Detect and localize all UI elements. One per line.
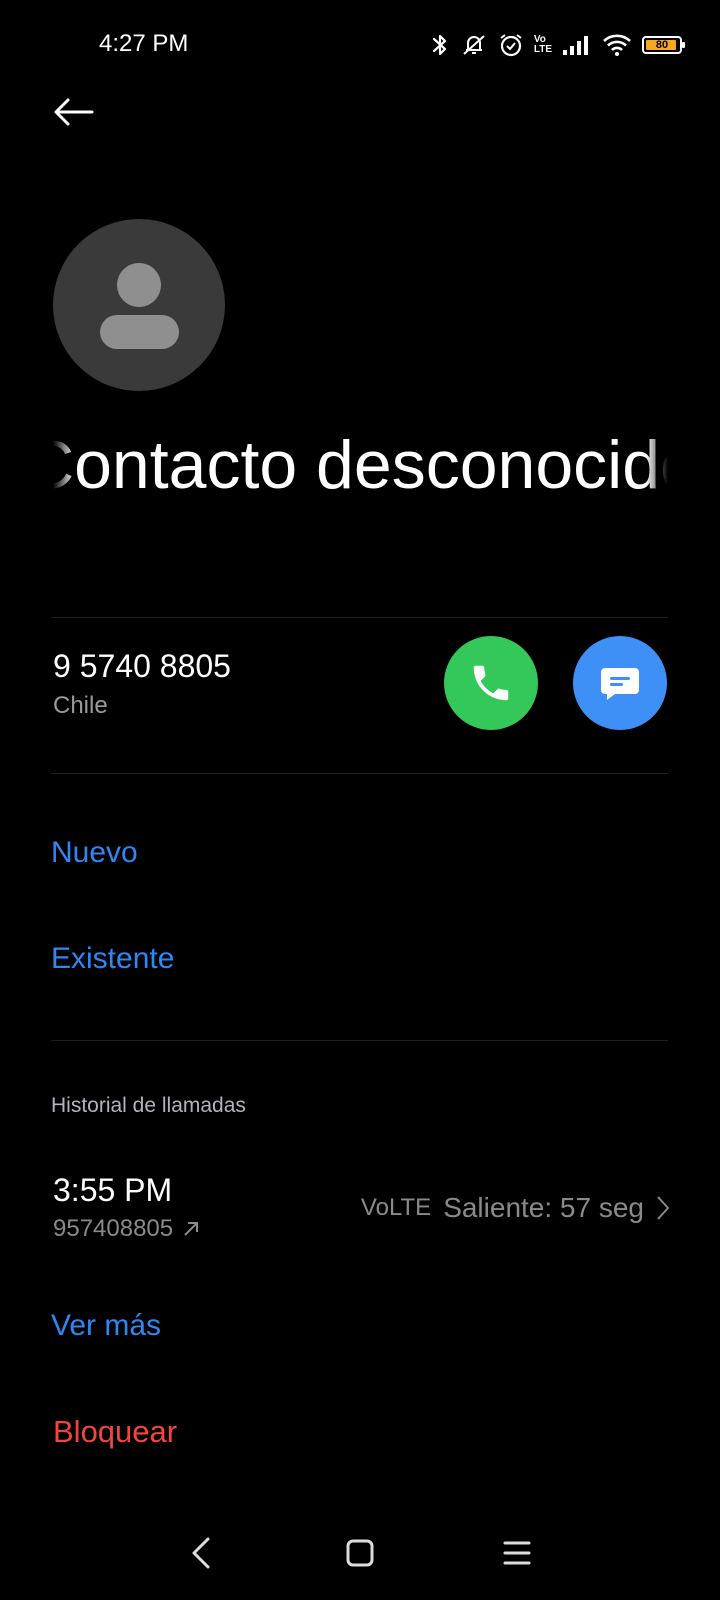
signal-icon [562, 34, 592, 56]
phone-icon [473, 665, 509, 701]
nav-back-button[interactable] [188, 1535, 218, 1576]
message-icon [601, 668, 639, 700]
call-entry-number: 957408805 [53, 1215, 174, 1242]
message-button[interactable] [573, 636, 667, 730]
mute-icon [460, 32, 488, 58]
back-button[interactable] [48, 92, 100, 132]
nav-home-button[interactable] [344, 1537, 376, 1574]
call-entry-time: 3:55 PM [53, 1172, 173, 1208]
call-entry-number-row: 957408805 [53, 1215, 201, 1243]
fade-right [646, 425, 668, 505]
alarm-icon [498, 32, 524, 58]
back-arrow-icon [54, 98, 94, 126]
call-entry-details[interactable]: VoLTE Saliente: 57 seg [361, 1192, 670, 1224]
volte-icon: Vo LTE [534, 35, 552, 55]
volte-label-bottom: LTE [533, 44, 552, 55]
new-contact-button[interactable]: Nuevo [51, 836, 138, 870]
block-button[interactable]: Bloquear [53, 1414, 177, 1450]
phone-country: Chile [53, 692, 108, 719]
nav-menu-button[interactable] [502, 1539, 532, 1572]
call-button[interactable] [444, 636, 538, 730]
fade-left [53, 425, 75, 505]
nav-menu-icon [503, 1541, 531, 1565]
wifi-icon [602, 33, 632, 57]
status-icons: Vo LTE 80 [430, 32, 685, 58]
chevron-right-icon [657, 1196, 670, 1220]
nav-home-icon [346, 1539, 374, 1567]
call-history-title: Historial de llamadas [51, 1094, 246, 1117]
existing-contact-button[interactable]: Existente [51, 942, 174, 976]
contact-name: Contacto desconocido [53, 425, 668, 505]
call-entry-network: VoLTE [360, 1194, 432, 1221]
nav-back-icon [192, 1537, 210, 1569]
call-entry-status: Saliente: 57 seg [443, 1192, 644, 1223]
contact-name-text: Contacto desconocido [53, 427, 668, 503]
divider [51, 1040, 668, 1041]
bluetooth-icon [430, 32, 450, 58]
status-time: 4:27 PM [99, 30, 189, 57]
see-more-button[interactable]: Ver más [51, 1309, 161, 1343]
phone-number[interactable]: 9 5740 8805 [53, 648, 231, 685]
battery-icon: 80 [642, 36, 685, 54]
divider [51, 617, 668, 618]
avatar [53, 219, 225, 391]
person-icon [100, 263, 179, 349]
outgoing-arrow-icon [184, 1222, 199, 1236]
divider [51, 773, 668, 774]
battery-level: 80 [655, 39, 669, 51]
